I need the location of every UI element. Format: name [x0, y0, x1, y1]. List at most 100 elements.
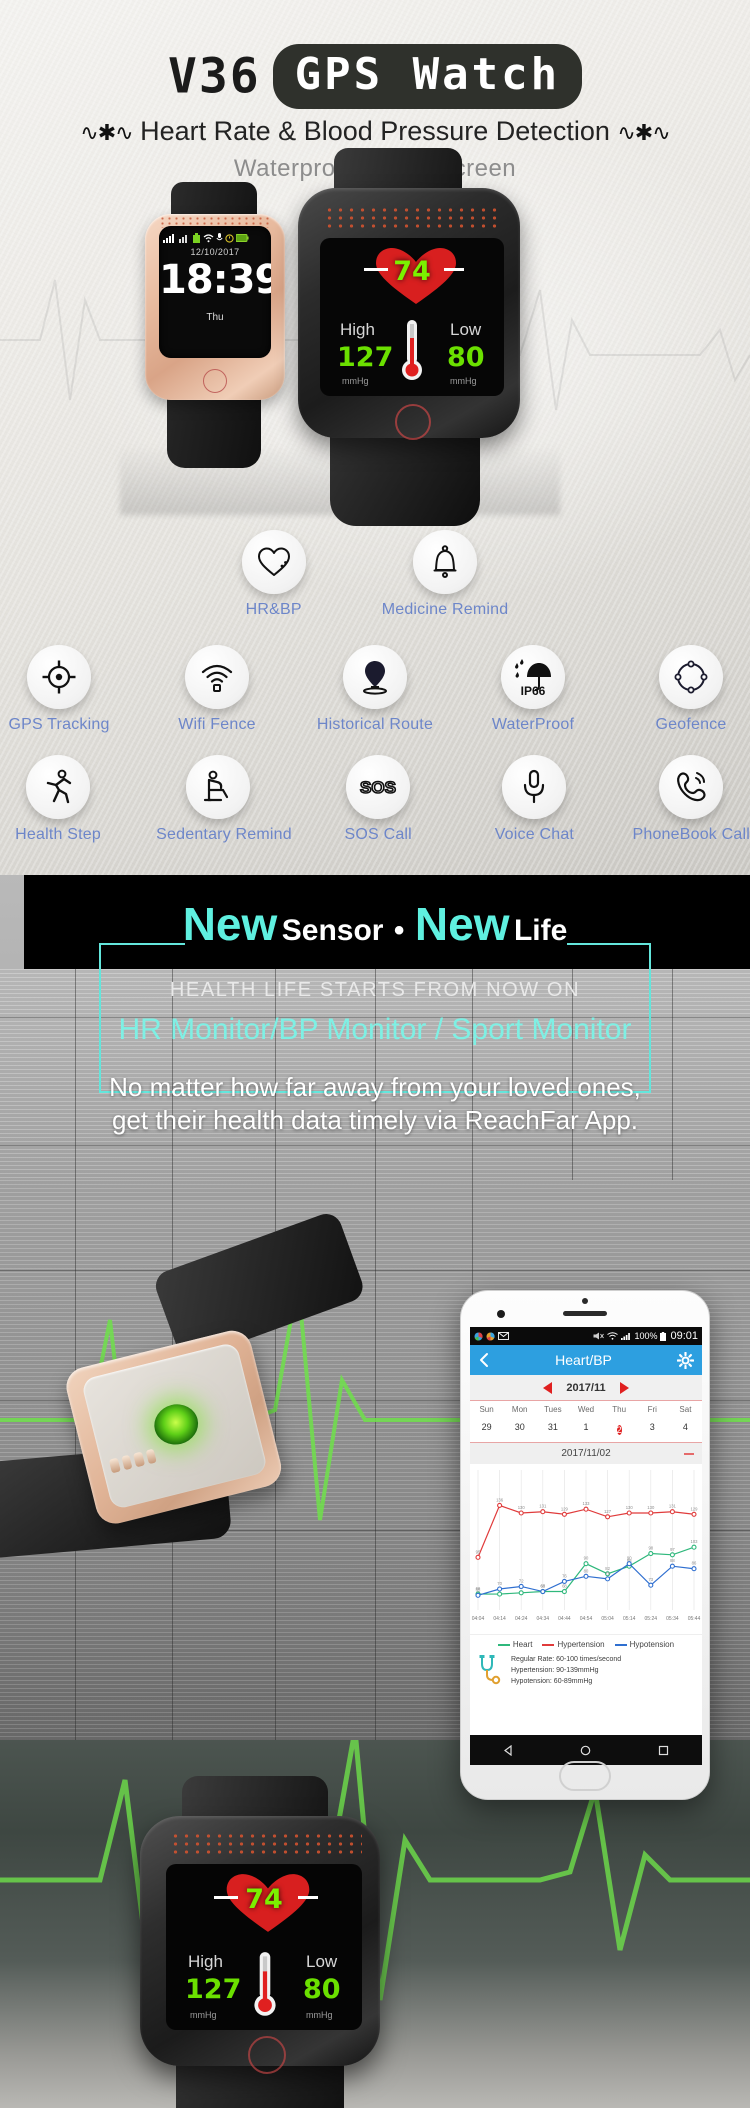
watch-speaker-dots [324, 206, 500, 232]
feature-gps-tracking[interactable]: GPS Tracking [0, 645, 118, 734]
calendar-day-cell-selected[interactable]: 2 [603, 1418, 636, 1442]
feature-sos-call[interactable]: SOS SOS Call [320, 755, 436, 844]
bell-icon [412, 530, 477, 594]
feature-waterproof[interactable]: IP66 WaterProof [474, 645, 592, 734]
svg-text:04:14: 04:14 [493, 1616, 506, 1622]
signal-icon [621, 1333, 631, 1340]
phone-app-title-bar: Heart/BP [470, 1345, 702, 1375]
weekday-header-cell: Wed [577, 1405, 595, 1414]
weekday-header-cell: Thu [612, 1405, 627, 1414]
watch-home-button [203, 369, 227, 393]
banner-life: Life [513, 914, 568, 947]
banner-subtitle: HEALTH LIFE STARTS FROM NOW ON [169, 979, 581, 1001]
calendar-day-cell[interactable]: 31 [536, 1418, 569, 1442]
feature-sedentary-remind[interactable]: Sedentary Remind [156, 755, 292, 844]
phone-clock: 09:01 [670, 1330, 698, 1342]
weekday-header-cell: Tues [544, 1405, 562, 1414]
info-line-2: Hypertension: 90-139mmHg [511, 1666, 599, 1674]
phone-home-button[interactable] [559, 1761, 611, 1791]
feature-medicine-remind[interactable]: Medicine Remind [382, 530, 509, 619]
feature-historical-route[interactable]: Historical Route [316, 645, 434, 734]
info-line-3: Hypotension: 60-89mmHg [511, 1677, 593, 1685]
feature-voice-chat[interactable]: Voice Chat [476, 755, 592, 844]
feature-label: Wifi Fence [178, 716, 256, 733]
weekday-header-cell: Fri [647, 1405, 657, 1414]
bp-high-unit: mmHg [190, 2010, 217, 2020]
legend-item-heart: Heart [497, 1640, 532, 1649]
mute-icon [593, 1332, 605, 1340]
phone-current-month: 2017/11 [566, 1381, 606, 1394]
home-circle-icon[interactable] [580, 1745, 591, 1756]
watch-time: 18:39 [159, 257, 271, 303]
legend-label: Hypertension [557, 1640, 605, 1649]
feature-label: Sedentary Remind [156, 826, 292, 843]
svg-text:68: 68 [562, 1584, 567, 1589]
watch-case: 12/10/2017 18:39 Thu [145, 214, 285, 400]
feature-label: PhoneBook Call [632, 826, 750, 843]
feature-health-step[interactable]: Health Step [0, 755, 116, 844]
health-line-chart: 9513613013112913312713013013112966666768… [472, 1470, 700, 1622]
calendar-selected-day: 2 [616, 1425, 622, 1435]
bp-low-unit: mmHg [306, 2010, 333, 2020]
svg-text:04:44: 04:44 [558, 1616, 571, 1622]
svg-text:73: 73 [648, 1577, 653, 1582]
recents-square-icon[interactable] [658, 1745, 669, 1756]
feature-hr-bp[interactable]: HR&BP [241, 530, 306, 619]
collapse-dash-icon[interactable] [684, 1452, 694, 1455]
calendar-day-cell[interactable]: 4 [669, 1418, 702, 1442]
bp-high-unit: mmHg [342, 376, 369, 386]
svg-text:68: 68 [540, 1584, 545, 1589]
weekday-header-cell: Mon [511, 1405, 528, 1414]
svg-text:65: 65 [476, 1587, 481, 1592]
svg-text:130: 130 [647, 1505, 655, 1510]
back-triangle-icon[interactable] [503, 1744, 514, 1756]
watch-speaker-dots [170, 1832, 362, 1858]
triangle-right-icon[interactable] [619, 1381, 629, 1394]
map-pin-icon [343, 645, 407, 709]
feature-wifi-fence[interactable]: Wifi Fence [158, 645, 276, 734]
calendar-day-cell[interactable]: 1 [569, 1418, 602, 1442]
alarm-clock-icon [225, 233, 234, 243]
waterproof-rating-text: IP66 [521, 684, 546, 697]
smartphone-mockup: 100% 09:01 Heart/BP 2017/11 Sun Mon Tues… [460, 1290, 710, 1800]
running-person-icon [26, 755, 91, 819]
svg-text:129: 129 [561, 1506, 569, 1511]
gear-icon[interactable] [677, 1351, 694, 1369]
calendar-day-cell[interactable]: 30 [503, 1418, 536, 1442]
svg-text:130: 130 [626, 1505, 634, 1510]
triangle-left-icon[interactable] [543, 1381, 553, 1394]
geofence-circle-icon [659, 645, 723, 709]
hero-subtitle-primary: ∿✱∿ Heart Rate & Blood Pressure Detectio… [0, 116, 750, 147]
microphone-icon [216, 232, 223, 240]
banner-separator-dot: • [393, 914, 405, 947]
heart-rate-line [214, 1896, 318, 1899]
svg-text:127: 127 [604, 1509, 612, 1514]
crosshair-target-icon [27, 645, 91, 709]
chart-legend: Heart Hypertension Hypotension [470, 1634, 702, 1652]
watch-screen-blood-pressure: 74 High 127 mmHg Low 80 mmHg [320, 238, 504, 396]
heart-rate-line [364, 268, 464, 271]
battery-icon [660, 1331, 667, 1341]
calendar-day-cell[interactable]: 3 [636, 1418, 669, 1442]
thermometer-icon [254, 1952, 276, 2016]
calendar-day-cell[interactable]: 29 [470, 1418, 503, 1442]
proximity-sensor-icon [582, 1298, 588, 1304]
page-title: V36 GPS Watch [0, 44, 750, 109]
mail-icon [498, 1332, 509, 1340]
feature-geofence[interactable]: Geofence [632, 645, 750, 734]
feature-phonebook-call[interactable]: PhoneBook Call [632, 755, 750, 844]
chevron-left-icon[interactable] [478, 1352, 490, 1368]
wifi-icon [203, 233, 214, 242]
bp-low-label: Low [450, 320, 482, 339]
phone-battery-percent: 100% [634, 1331, 658, 1341]
battery-level-icon [193, 232, 200, 243]
product-image-black-watch-bottom: 74 High 127 mmHg Low 80 mmHg [130, 1776, 430, 2108]
bp-low-value: 80 [303, 1974, 341, 2005]
info-line-1: Regular Rate: 60-100 times/second [511, 1656, 622, 1663]
product-image-rose-gold-watch: 12/10/2017 18:39 Thu [137, 182, 293, 468]
phone-call-icon [659, 755, 724, 819]
app-icon-2 [486, 1331, 495, 1341]
heart-pulse-icon [241, 530, 306, 594]
hero-section: V36 GPS Watch ∿✱∿ Heart Rate & Blood Pres… [0, 0, 750, 875]
product-type-badge: GPS Watch [272, 44, 583, 109]
